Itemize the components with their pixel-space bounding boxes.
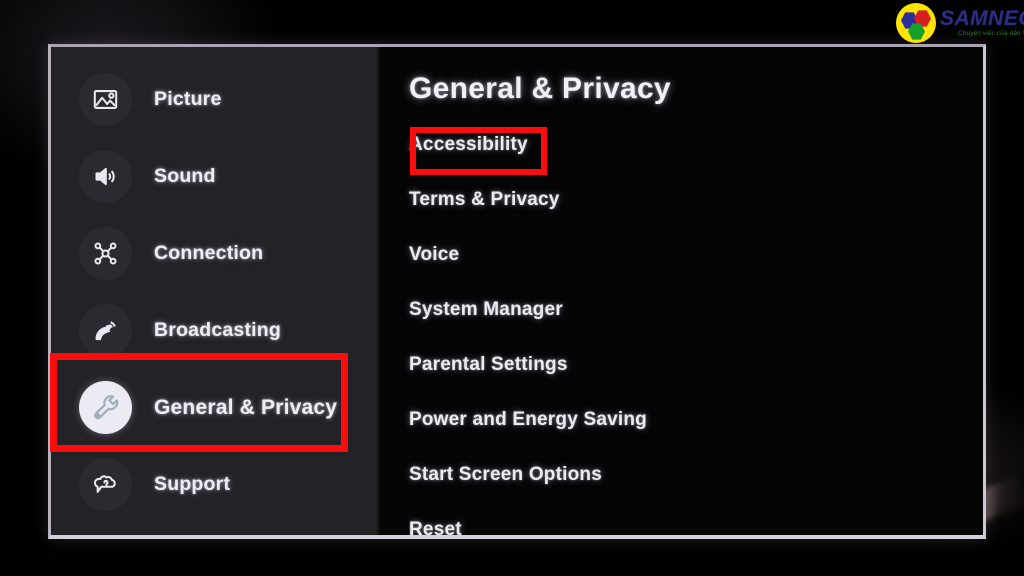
sidebar-item-label: Connection xyxy=(154,242,264,264)
menu-item-label: Voice xyxy=(409,244,460,265)
sidebar-item-label: Support xyxy=(154,473,231,495)
sidebar-item-sound[interactable]: Sound xyxy=(51,138,380,215)
picture-icon xyxy=(79,73,132,126)
menu-item-power-and-energy-saving[interactable]: Power and Energy Saving xyxy=(409,407,983,462)
samnec-brand-name: SAMNEC xyxy=(940,7,1024,31)
sidebar-item-label: General & Privacy xyxy=(154,395,338,419)
sound-icon xyxy=(79,150,132,203)
sidebar-item-label: Sound xyxy=(154,165,216,187)
menu-item-label: Parental Settings xyxy=(409,354,568,375)
samnec-tagline: Chuyên việc của dân Việt xyxy=(958,30,1024,38)
samnec-hexagon-icon xyxy=(896,3,936,43)
menu-item-voice[interactable]: Voice xyxy=(409,242,983,297)
menu-item-system-manager[interactable]: System Manager xyxy=(409,297,983,352)
menu-item-label: Start Screen Options xyxy=(409,464,602,485)
menu-item-label: System Manager xyxy=(409,299,563,320)
menu-item-start-screen-options[interactable]: Start Screen Options xyxy=(409,462,983,517)
sidebar-item-picture[interactable]: Picture xyxy=(51,61,380,138)
menu-item-label: Terms & Privacy xyxy=(409,189,560,210)
sidebar-item-support[interactable]: Support xyxy=(51,446,380,523)
sidebar-item-broadcasting[interactable]: Broadcasting xyxy=(51,292,380,369)
sidebar-item-connection[interactable]: Connection xyxy=(51,215,380,292)
menu-item-terms-and-privacy[interactable]: Terms & Privacy xyxy=(409,187,983,242)
sidebar-item-label: Broadcasting xyxy=(154,319,282,341)
samnec-logo-text: SAMNEC Chuyên việc của dân Việt xyxy=(940,8,1024,38)
sidebar-item-label: Picture xyxy=(154,88,222,110)
connection-icon xyxy=(79,227,132,280)
menu-item-label: Power and Energy Saving xyxy=(409,409,647,430)
wrench-icon xyxy=(79,381,132,434)
menu-item-label: Accessibility xyxy=(409,134,528,155)
sidebar-item-general-and-privacy[interactable]: General & Privacy xyxy=(51,369,380,446)
menu-item-accessibility[interactable]: Accessibility xyxy=(409,132,983,187)
samnec-watermark-logo: SAMNEC Chuyên việc của dân Việt xyxy=(896,2,1024,44)
menu-item-label: Reset xyxy=(409,519,462,539)
support-icon xyxy=(79,458,132,511)
menu-item-reset[interactable]: Reset xyxy=(409,517,983,539)
screenshot-root: Picture Sound Connection Broadcasting Ge… xyxy=(0,0,1024,576)
settings-content-pane: General & Privacy Accessibility Terms & … xyxy=(380,47,983,535)
broadcasting-icon xyxy=(79,304,132,357)
tv-settings-panel: Picture Sound Connection Broadcasting Ge… xyxy=(48,44,986,539)
settings-sidebar: Picture Sound Connection Broadcasting Ge… xyxy=(51,47,380,535)
page-title: General & Privacy xyxy=(409,72,671,105)
menu-item-parental-settings[interactable]: Parental Settings xyxy=(409,352,983,407)
